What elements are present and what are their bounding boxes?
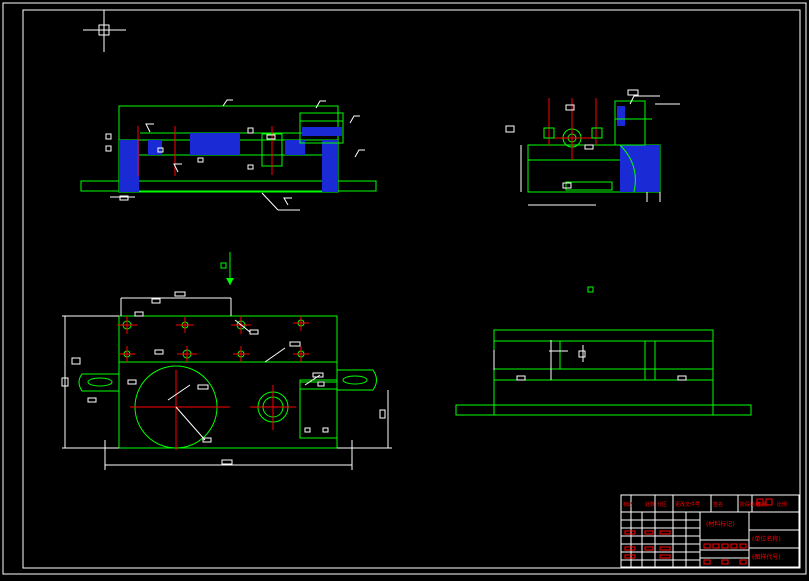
cad-drawing: 标 记 处数 分区 更改文件号 签名 阶段标记 重量 比例 (材料标记) (单位…	[0, 0, 809, 577]
tb-company-label: (单位名称)	[752, 535, 781, 543]
tb-col-label-4: 更改文件号	[675, 501, 700, 508]
canvas-background	[0, 0, 809, 577]
tb-col-label-5: 签名	[713, 501, 723, 508]
tb-header-right-2: 比例	[777, 501, 787, 508]
tb-drawing-code: (图样代号)	[752, 553, 781, 561]
cad-drawing-canvas[interactable]: 标 记 处数 分区 更改文件号 签名 阶段标记 重量 比例 (材料标记) (单位…	[0, 0, 809, 577]
tb-col-label-1: 记	[627, 501, 632, 508]
tb-col-label-2: 处数	[645, 501, 655, 508]
tb-col-label-3: 分区	[657, 501, 667, 508]
tb-material-label: (材料标记)	[706, 520, 735, 528]
